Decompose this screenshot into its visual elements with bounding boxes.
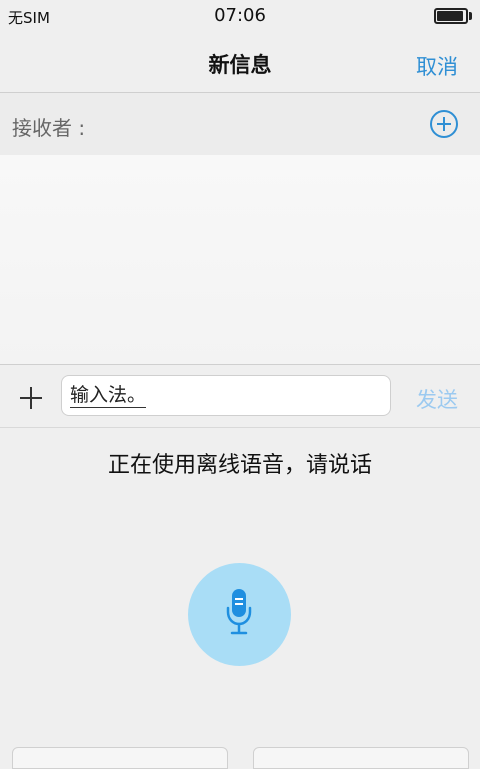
- recipient-label: 接收者 :: [12, 116, 86, 140]
- status-bar: 无SIM 07:06: [0, 0, 480, 32]
- microphone-icon: [226, 589, 252, 635]
- message-input-text: 输入法。: [70, 384, 147, 408]
- recipient-row[interactable]: 接收者 :: [0, 93, 480, 155]
- bottom-buttons: [0, 740, 480, 769]
- battery-tip: [469, 12, 472, 20]
- plus-circle-icon[interactable]: [430, 110, 458, 138]
- battery-fill: [437, 11, 463, 21]
- voice-hint: 正在使用离线语音，请说话: [107, 453, 372, 478]
- message-history-area: [0, 155, 480, 365]
- page-title: 新信息: [208, 53, 272, 77]
- bottom-button-left[interactable]: [12, 747, 228, 769]
- plus-icon[interactable]: [20, 387, 42, 409]
- cancel-button[interactable]: 取消: [416, 51, 458, 81]
- bottom-button-right[interactable]: [253, 747, 469, 769]
- message-input[interactable]: 输入法。: [61, 375, 391, 416]
- battery-icon: [434, 8, 468, 24]
- compose-bar: 输入法。 发送: [0, 365, 480, 428]
- nav-bar: 新信息 取消: [0, 32, 480, 93]
- status-time: 07:06: [214, 5, 266, 26]
- send-button[interactable]: 发送: [416, 384, 458, 414]
- microphone-button[interactable]: [188, 563, 291, 666]
